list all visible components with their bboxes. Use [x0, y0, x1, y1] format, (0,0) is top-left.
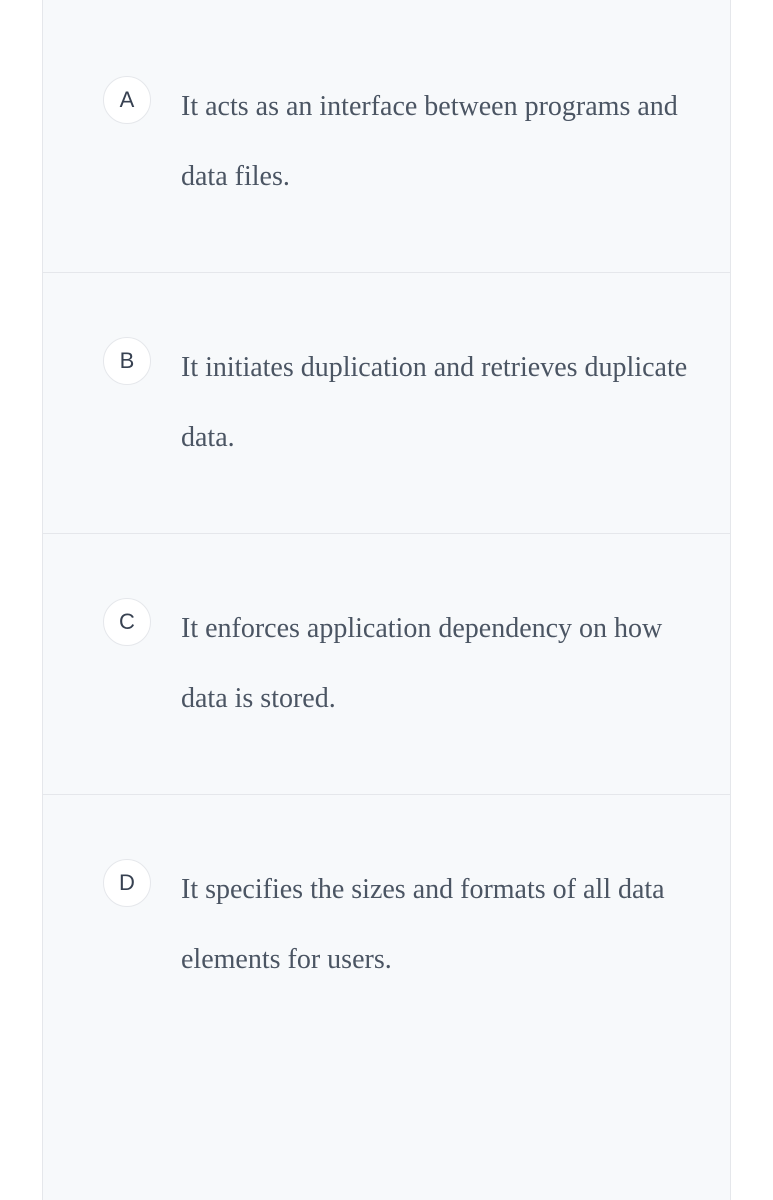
option-text-c: It enforces application dependency on ho…	[181, 594, 690, 734]
option-d[interactable]: D It specifies the sizes and formats of …	[43, 795, 730, 1055]
option-b[interactable]: B It initiates duplication and retrieves…	[43, 273, 730, 534]
options-container: A It acts as an interface between progra…	[42, 0, 731, 1200]
option-letter-c: C	[103, 598, 151, 646]
option-text-a: It acts as an interface between programs…	[181, 72, 690, 212]
option-c[interactable]: C It enforces application dependency on …	[43, 534, 730, 795]
option-letter-b: B	[103, 337, 151, 385]
option-text-b: It initiates duplication and retrieves d…	[181, 333, 690, 473]
option-a[interactable]: A It acts as an interface between progra…	[43, 0, 730, 273]
option-text-d: It specifies the sizes and formats of al…	[181, 855, 690, 995]
option-letter-a: A	[103, 76, 151, 124]
option-letter-d: D	[103, 859, 151, 907]
